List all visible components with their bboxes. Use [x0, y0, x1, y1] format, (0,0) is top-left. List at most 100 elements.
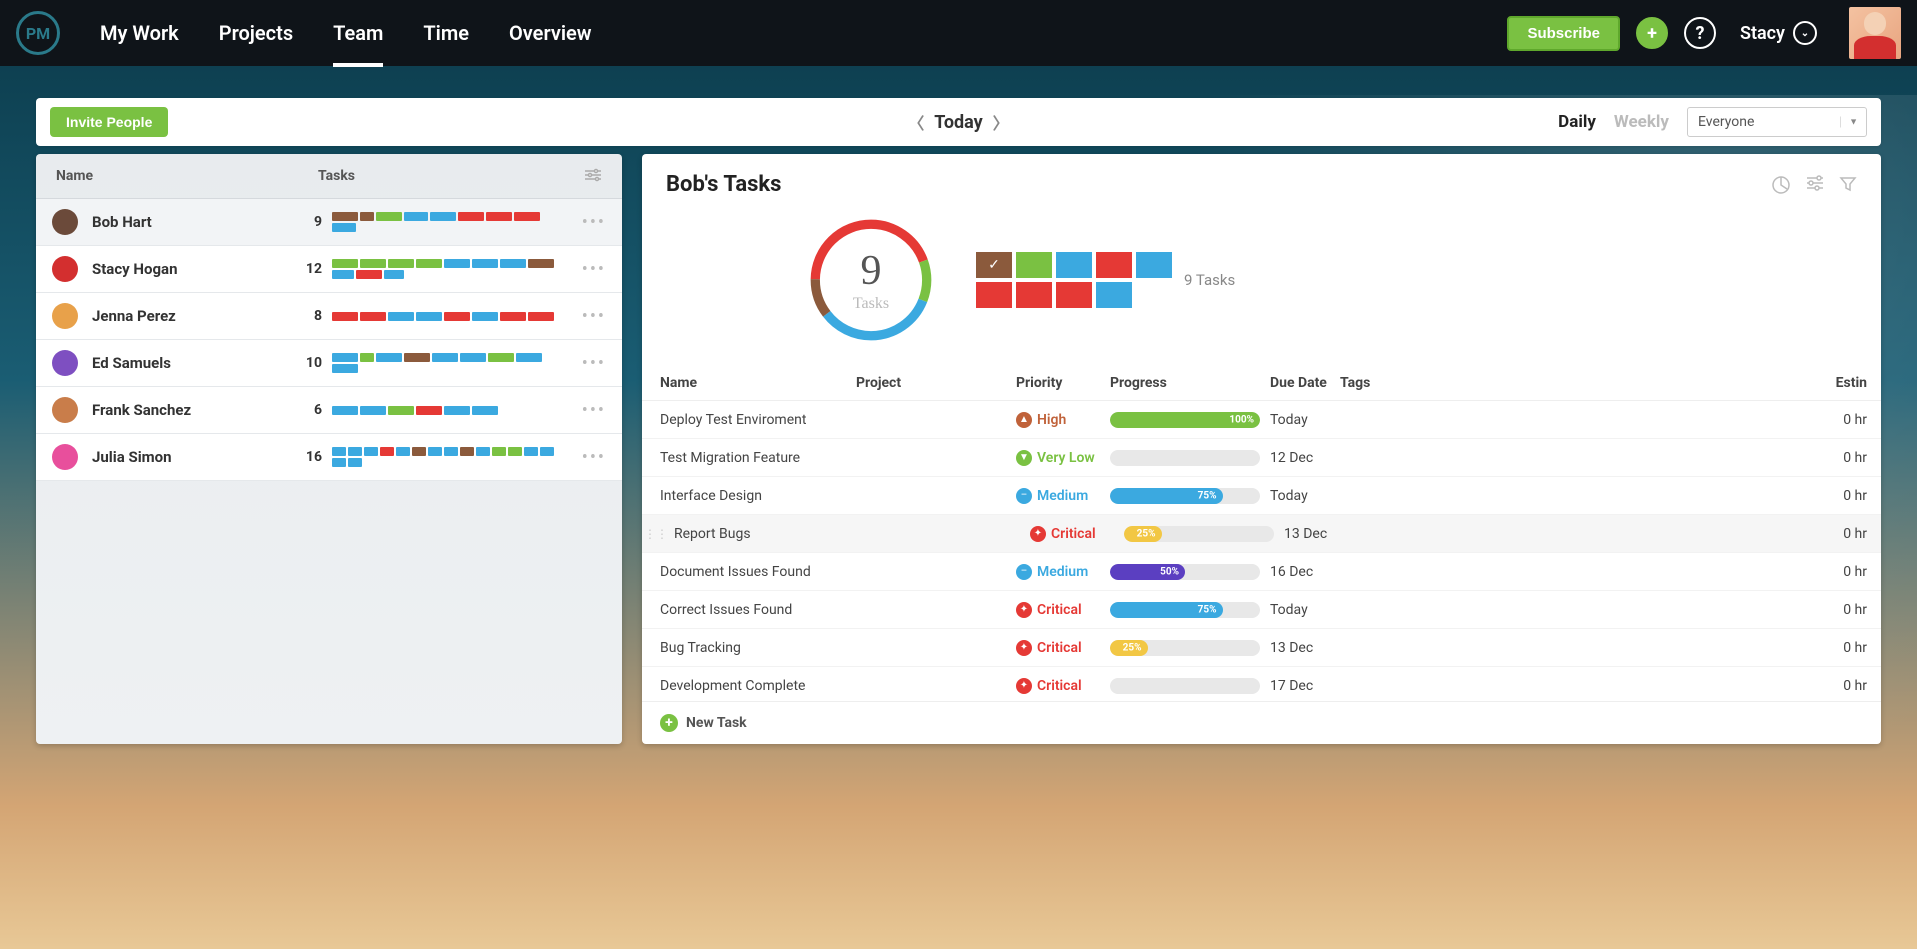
user-menu[interactable]: Stacy ⌄	[1740, 21, 1817, 45]
summary-row: 9 Tasks ✓ 9 Tasks	[642, 205, 1881, 365]
toggle-weekly[interactable]: Weekly	[1614, 112, 1669, 132]
task-segments	[332, 312, 562, 321]
task-estimate: 0 hr	[1811, 450, 1867, 466]
chevron-down-icon: ⌄	[1793, 21, 1817, 45]
task-tile[interactable]	[1136, 252, 1172, 278]
task-row[interactable]: Bug Tracking✦Critical25%13 Dec0 hr	[642, 629, 1881, 667]
plus-icon: +	[1647, 23, 1657, 44]
member-name: Stacy Hogan	[92, 260, 292, 278]
task-tile[interactable]	[1096, 252, 1132, 278]
drag-handle-icon[interactable]: ⋮⋮	[644, 527, 668, 541]
task-progress	[1110, 678, 1270, 694]
filter-dropdown[interactable]: Everyone	[1687, 107, 1867, 137]
toggle-daily[interactable]: Daily	[1558, 112, 1596, 132]
task-row[interactable]: Document Issues Found–Medium50%16 Dec0 h…	[642, 553, 1881, 591]
task-priority: ▼Very Low	[1016, 450, 1110, 466]
team-row[interactable]: Julia Simon16•••	[36, 434, 622, 481]
team-row[interactable]: Ed Samuels10 •••	[36, 340, 622, 387]
col-header-tags: Tags	[1340, 375, 1480, 391]
task-tile[interactable]: ✓	[976, 252, 1012, 278]
more-icon[interactable]: •••	[582, 400, 606, 421]
task-tile[interactable]	[976, 282, 1012, 308]
prev-day-button[interactable]: 〈	[908, 110, 924, 134]
team-row[interactable]: Stacy Hogan12 •••	[36, 246, 622, 293]
more-icon[interactable]: •••	[582, 306, 606, 327]
avatar[interactable]	[1849, 7, 1901, 59]
task-row[interactable]: Test Migration Feature▼Very Low12 Dec0 h…	[642, 439, 1881, 477]
help-button[interactable]: ?	[1684, 17, 1716, 49]
priority-icon: ✦	[1030, 526, 1046, 542]
team-row[interactable]: Jenna Perez8•••	[36, 293, 622, 340]
task-estimate: 0 hr	[1811, 564, 1867, 580]
nav-link-team[interactable]: Team	[333, 21, 383, 67]
member-name: Ed Samuels	[92, 354, 292, 372]
top-nav: PM My Work Projects Team Time Overview Subsc…	[0, 0, 1917, 66]
new-task-button[interactable]: + New Task	[642, 701, 1881, 744]
task-tile[interactable]	[1016, 252, 1052, 278]
task-estimate: 0 hr	[1811, 678, 1867, 694]
task-row[interactable]: ⋮⋮Report Bugs✦Critical25%13 Dec0 hr	[642, 515, 1881, 553]
next-day-button[interactable]: 〉	[993, 110, 1009, 134]
avatar	[52, 444, 78, 470]
task-tile[interactable]	[1056, 252, 1092, 278]
avatar	[52, 350, 78, 376]
date-nav: 〈 Today 〉	[908, 110, 1009, 134]
task-count: 10	[292, 355, 322, 371]
task-progress	[1110, 450, 1270, 466]
team-row[interactable]: Frank Sanchez6 •••	[36, 387, 622, 434]
add-button[interactable]: +	[1636, 17, 1668, 49]
task-row[interactable]: Correct Issues Found✦Critical75%Today0 h…	[642, 591, 1881, 629]
task-progress: 25%	[1110, 640, 1270, 656]
team-panel: Name Tasks Bob Hart9•••Stacy Hogan12•••J…	[36, 154, 622, 744]
filter-icon[interactable]	[1839, 175, 1857, 195]
task-count: 9	[292, 214, 322, 230]
toolbar: Invite People 〈 Today 〉 Daily Weekly Eve…	[36, 98, 1881, 146]
task-segments	[332, 259, 562, 279]
invite-people-button[interactable]: Invite People	[50, 107, 168, 137]
task-count: 6	[292, 402, 322, 418]
tasks-donut: 9 Tasks	[806, 215, 936, 345]
task-priority: ▲High	[1016, 412, 1110, 428]
priority-icon: ▼	[1016, 450, 1032, 466]
task-priority: ✦Critical	[1016, 678, 1110, 694]
nav-link-time[interactable]: Time	[423, 21, 469, 67]
member-name: Frank Sanchez	[92, 401, 292, 419]
nav-link-my-work[interactable]: My Work	[100, 21, 179, 67]
task-name: Test Migration Feature	[656, 450, 856, 466]
task-tile[interactable]	[1056, 282, 1092, 308]
subscribe-button[interactable]: Subscribe	[1507, 16, 1620, 51]
task-due: 13 Dec	[1270, 640, 1340, 656]
task-priority: ✦Critical	[1016, 640, 1110, 656]
more-icon[interactable]: •••	[582, 447, 606, 468]
chart-icon[interactable]	[1771, 175, 1791, 195]
more-icon[interactable]: •••	[582, 353, 606, 374]
task-tile[interactable]	[1016, 282, 1052, 308]
task-name: Correct Issues Found	[656, 602, 856, 618]
task-row[interactable]: Development Complete✦Critical17 Dec0 hr	[642, 667, 1881, 701]
task-due: Today	[1270, 488, 1340, 504]
col-header-task-name: Name	[656, 375, 856, 391]
avatar	[52, 256, 78, 282]
more-icon[interactable]: •••	[582, 212, 606, 233]
nav-link-projects[interactable]: Projects	[219, 21, 293, 67]
task-tile[interactable]	[1096, 282, 1132, 308]
priority-icon: ✦	[1016, 602, 1032, 618]
team-row[interactable]: Bob Hart9•••	[36, 199, 622, 246]
col-header-estimate: Estin	[1811, 375, 1867, 391]
nav-link-overview[interactable]: Overview	[509, 21, 592, 67]
task-name: Bug Tracking	[656, 640, 856, 656]
donut-label: Tasks	[853, 295, 889, 313]
task-count: 12	[292, 261, 322, 277]
task-row[interactable]: Deploy Test Enviroment▲High100%Today0 hr	[642, 401, 1881, 439]
task-row[interactable]: Interface Design–Medium75%Today0 hr	[642, 477, 1881, 515]
settings-icon[interactable]	[584, 168, 602, 184]
more-icon[interactable]: •••	[582, 259, 606, 280]
priority-icon: ✦	[1016, 678, 1032, 694]
task-tiles: ✓	[976, 252, 1172, 308]
avatar	[52, 209, 78, 235]
task-count: 16	[292, 449, 322, 465]
sliders-icon[interactable]	[1805, 175, 1825, 195]
task-due: 13 Dec	[1284, 526, 1354, 542]
task-progress: 75%	[1110, 602, 1270, 618]
logo[interactable]: PM	[16, 11, 60, 55]
